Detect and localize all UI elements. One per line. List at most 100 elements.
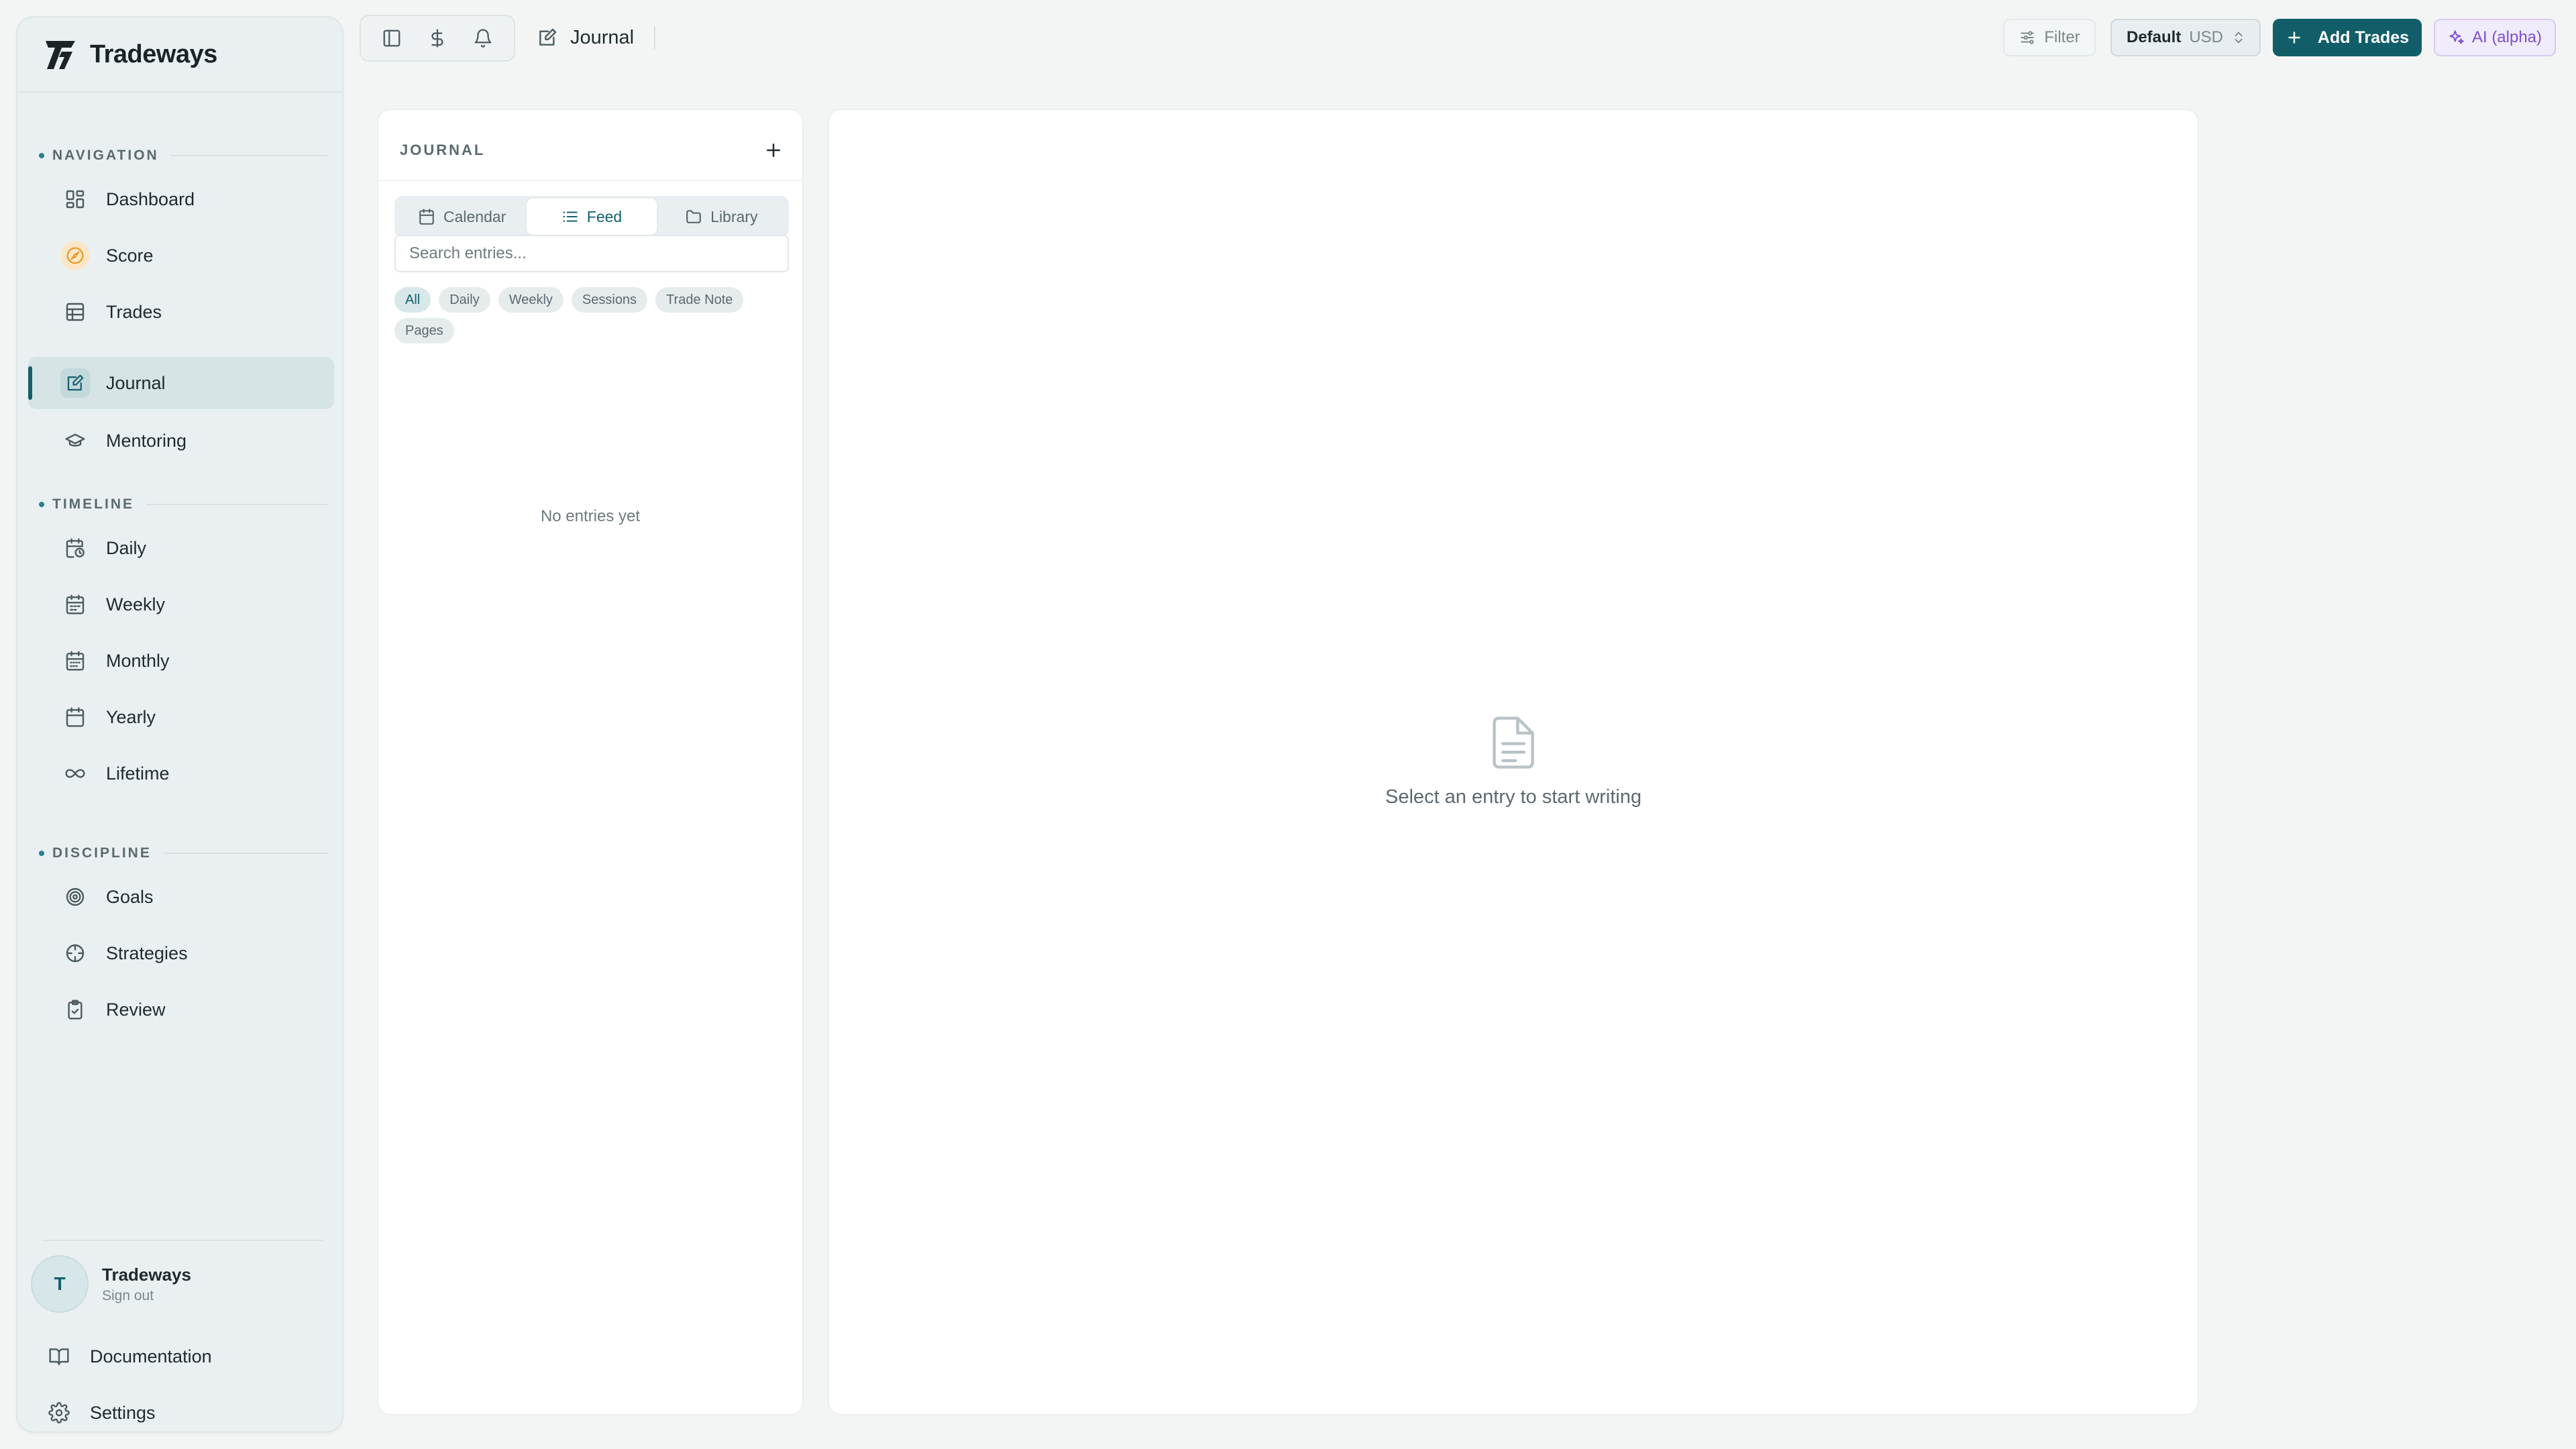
dashboard-icon [60,184,90,214]
settings-link[interactable]: Settings [44,1391,333,1434]
sign-out-link[interactable]: Sign out [102,1288,191,1304]
empty-entries-message: No entries yet [540,507,641,525]
sidebar-item-label: Daily [106,537,147,558]
journal-header: JOURNAL [400,137,784,164]
calendar-month-icon [60,646,90,676]
sidebar-item-label: Strategies [106,943,188,963]
journal-title: JOURNAL [400,142,486,158]
sidebar-item-weekly[interactable]: Weekly [28,578,334,631]
sidebar-divider [42,1240,323,1241]
account-currency: USD [2189,28,2224,46]
search-input[interactable] [394,235,789,272]
section-navigation: NAVIGATION [39,148,327,164]
gear-icon [44,1398,74,1428]
book-icon [44,1342,74,1371]
section-label: DISCIPLINE [52,845,152,861]
sidebar-item-strategies[interactable]: Strategies [28,927,334,979]
infinity-icon [60,759,90,788]
tab-calendar[interactable]: Calendar [397,199,527,235]
sidebar: Tradeways NAVIGATION Dashboard Score Tra… [16,16,343,1433]
graduation-cap-icon [60,426,90,455]
documentation-label: Documentation [90,1346,212,1366]
add-trades-label: Add Trades [2317,28,2410,47]
sidebar-item-lifetime[interactable]: Lifetime [28,747,334,800]
section-timeline: TIMELINE [39,496,327,513]
calendar-icon [60,702,90,732]
page-title: Journal [570,26,635,48]
documentation-link[interactable]: Documentation [44,1335,333,1378]
journal-icon [539,28,557,46]
folder-icon [686,210,701,223]
tab-library[interactable]: Library [657,199,786,235]
filter-button[interactable]: Filter [2003,19,2096,56]
filter-chip-pages[interactable]: Pages [394,318,454,343]
toggle-sidebar-button[interactable] [373,19,411,57]
user-profile[interactable]: T Tradeways Sign out [31,1253,326,1315]
score-icon [60,241,90,270]
user-name: Tradeways [102,1264,191,1285]
plus-icon [2288,32,2300,44]
sidebar-item-daily[interactable]: Daily [28,522,334,574]
account-name: Default [2127,28,2182,46]
journal-divider [378,180,802,181]
filter-chip-weekly[interactable]: Weekly [498,287,564,313]
table-icon [60,297,90,327]
section-label: TIMELINE [52,496,134,512]
tab-label: Library [710,207,758,225]
filter-chips: All Daily Weekly Sessions Trade Note Pag… [394,287,770,343]
tab-label: Calendar [443,207,506,225]
sidebar-item-goals[interactable]: Goals [28,871,334,923]
sidebar-item-label: Lifetime [106,763,170,784]
target-icon [60,882,90,912]
filter-chip-daily[interactable]: Daily [439,287,490,313]
tab-feed[interactable]: Feed [527,199,657,235]
view-switcher: Calendar Feed Library [394,196,789,237]
calendar-clock-icon [60,533,90,563]
sidebar-item-label: Dashboard [106,189,195,209]
document-icon [1493,716,1534,769]
bell-icon [474,29,492,48]
sidebar-item-label: Monthly [106,650,170,671]
sparkles-icon [2449,30,2464,44]
sidebar-item-mentoring[interactable]: Mentoring [28,415,334,467]
section-label: NAVIGATION [52,148,159,163]
filter-chip-all[interactable]: All [394,287,431,313]
add-trades-button[interactable]: Add Trades [2273,19,2422,56]
sidebar-item-dashboard[interactable]: Dashboard [28,173,334,225]
section-discipline: DISCIPLINE [39,845,327,861]
filter-chip-trade-note[interactable]: Trade Note [655,287,744,313]
calendar-icon [419,209,434,225]
sidebar-item-trades[interactable]: Trades [28,286,334,338]
chevrons-up-down-icon [2235,32,2243,44]
sidebar-toggle-icon [383,30,400,47]
currency-button[interactable] [419,19,456,57]
tradeways-logo-icon [46,41,75,69]
sidebar-item-score[interactable]: Score [28,229,334,282]
filter-label: Filter [2044,28,2080,46]
sidebar-item-label: Review [106,999,166,1020]
editor-empty-message: Select an entry to start writing [1385,786,1642,808]
settings-label: Settings [90,1402,156,1423]
new-entry-button[interactable] [763,140,784,160]
account-selector[interactable]: Default USD [2110,19,2261,56]
logo[interactable]: Tradeways [17,17,342,93]
crosshair-icon [60,938,90,968]
editor-panel: Select an entry to start writing [828,109,2199,1415]
ai-label: AI (alpha) [2471,28,2542,46]
sidebar-item-journal[interactable]: Journal [28,357,334,409]
sidebar-item-label: Mentoring [106,430,187,451]
journal-icon [60,368,90,398]
filter-chip-sessions[interactable]: Sessions [571,287,648,313]
sidebar-item-label: Journal [106,372,166,393]
tab-label: Feed [586,207,623,225]
sidebar-item-yearly[interactable]: Yearly [28,691,334,743]
dollar-icon [431,29,443,48]
sidebar-item-label: Goals [106,886,154,907]
notifications-button[interactable] [464,19,502,57]
sidebar-item-review[interactable]: Review [28,983,334,1036]
list-icon [563,211,578,222]
journal-panel: JOURNAL Calendar Feed Library All Daily … [377,109,804,1415]
ai-button[interactable]: AI (alpha) [2434,19,2556,56]
avatar[interactable]: T [31,1255,89,1313]
sidebar-item-monthly[interactable]: Monthly [28,635,334,687]
